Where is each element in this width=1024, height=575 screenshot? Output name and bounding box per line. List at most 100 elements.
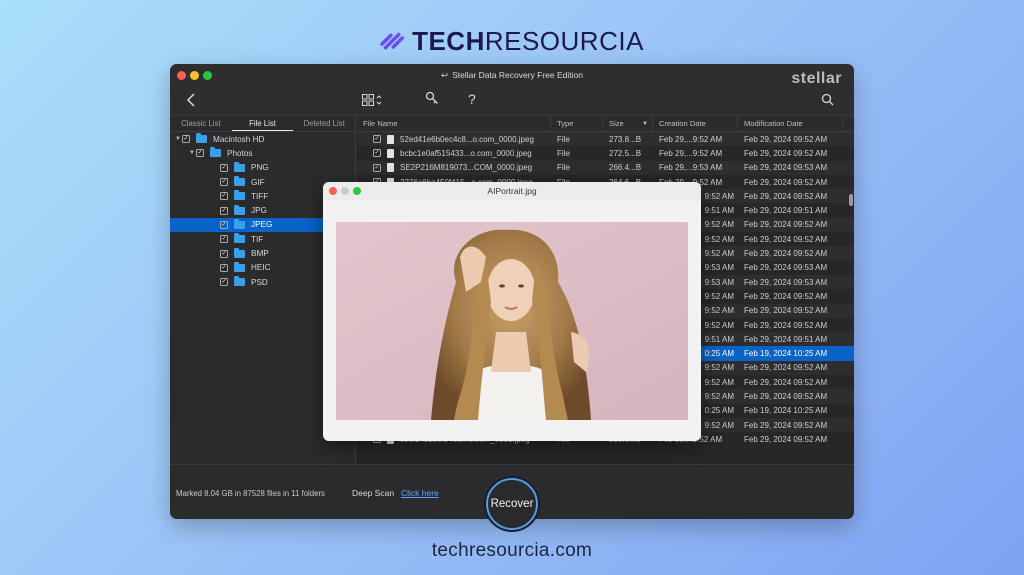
file-name-cell: ✓ 52ed41e6b0ec4c8...o.com_0000.jpeg [357,134,551,144]
techresourcia-brand: TECHRESOURCIA [0,26,1024,57]
preview-file-name: AIPortrait.jpg [487,186,537,196]
modification-date-cell: Feb 29, 2024 09:52 AM [744,291,828,301]
selection-status: Marked 8.04 GB in 87528 files in 11 fold… [176,489,325,498]
tab-file-list[interactable]: File List [231,116,294,131]
column-file-name[interactable]: File Name [357,116,551,131]
modification-date-cell: Feb 29, 2024 09:52 AM [744,306,828,316]
row-checkbox[interactable]: ✓ [373,149,381,158]
view-mode-button[interactable] [362,94,382,106]
brand-name: TECHRESOURCIA [412,26,644,56]
modification-date-cell: Feb 29, 2024 09:53 AM [744,163,828,173]
column-creation-date[interactable]: Creation Date [653,116,738,131]
techresourcia-logo-icon [380,32,405,50]
modification-date-cell: Feb 29, 2024 09:52 AM [744,249,828,259]
tree-item-label: Photos [227,148,253,158]
tree-checkbox[interactable]: ✓ [220,235,228,244]
tree-item-label: PSD [251,277,268,287]
disclosure-triangle-icon[interactable]: ▼ [188,150,196,156]
folder-icon [210,147,221,158]
modification-date-cell: Feb 29, 2024 09:52 AM [744,220,828,230]
row-checkbox[interactable]: ✓ [373,135,381,144]
search-button[interactable] [821,93,834,111]
tree-checkbox[interactable]: ✓ [220,278,228,287]
deep-scan-link[interactable]: Click here [401,488,439,498]
tree-item-label: Macintosh HD [213,134,265,144]
tree-checkbox[interactable]: ✓ [196,149,204,158]
table-row[interactable]: ✓ 52ed41e6b0ec4c8...o.com_0000.jpeg File 27… [357,132,854,147]
tree-item-label: JPG [251,206,267,216]
table-row[interactable]: ✓ bcbc1e0af515433...o.com_0000.jpeg File 27… [357,146,854,160]
modification-date-cell: Feb 29, 2024 09:52 AM [744,320,828,330]
file-size-cell: 272.5...B [609,148,642,158]
modification-date-cell: Feb 29, 2024 09:53 AM [744,263,828,273]
portrait-photo [336,222,688,420]
tree-checkbox[interactable]: ✓ [220,249,228,258]
tree-checkbox[interactable]: ✓ [220,220,228,229]
tree-checkbox[interactable]: ✓ [220,263,228,272]
footer-url: techresourcia.com [431,540,593,561]
tree-item-label: GIF [251,177,265,187]
chevron-left-icon [186,93,195,107]
tree-item[interactable]: ▼ ✓ Photos [170,146,355,160]
vertical-scrollbar[interactable] [849,194,853,206]
stellar-logo: stellar [791,70,842,87]
creation-date-cell: Feb 29,...9:52 AM [659,148,723,158]
folder-icon [234,218,245,229]
file-name: 52ed41e6b0ec4c8...o.com_0000.jpeg [400,134,534,144]
tree-checkbox[interactable]: ✓ [182,135,190,144]
modification-date-cell: Feb 29, 2024 09:53 AM [744,277,828,287]
row-checkbox[interactable]: ✓ [373,163,381,172]
tools-button[interactable] [425,91,439,112]
window-title: ↩ Stellar Data Recovery Free Edition [441,70,583,80]
modification-date-cell: Feb 29, 2024 09:51 AM [744,206,828,216]
folder-icon [234,247,245,258]
tree-checkbox[interactable]: ✓ [220,206,228,215]
tree-checkbox[interactable]: ✓ [220,178,228,187]
file-type-cell: File [557,163,570,173]
folder-icon [234,204,245,215]
file-type-cell: File [557,134,570,144]
tab-deleted-list[interactable]: Deleted List [293,116,355,131]
file-size-cell: 273.8...B [609,134,642,144]
deep-scan-label: Deep Scan [352,488,395,498]
view-tabs: Classic List File List Deleted List [170,116,355,132]
tree-item-label: TIFF [251,191,269,201]
disclosure-triangle-icon[interactable]: ▼ [174,136,182,142]
document-icon [387,163,394,173]
folder-icon [234,176,245,187]
modification-date-cell: Feb 29, 2024 09:52 AM [744,434,828,444]
sort-descending-icon: ▼ [642,121,648,127]
tree-item-label: BMP [251,249,269,259]
toolbar: ? [170,88,854,116]
file-type-cell: File [557,148,570,158]
grid-view-icon [362,94,374,106]
help-button[interactable]: ? [468,91,476,107]
file-size-cell: 266.4...B [609,163,642,173]
folder-icon [234,190,245,201]
modification-date-cell: Feb 29, 2024 09:52 AM [744,377,828,387]
chevron-updown-icon [376,95,382,105]
folder-icon [234,233,245,244]
modification-date-cell: Feb 29, 2024 09:51 AM [744,334,828,344]
tab-classic-list[interactable]: Classic List [170,116,232,131]
tree-item[interactable]: ▼ ✓ Macintosh HD [170,132,355,146]
recover-button[interactable]: Recover [486,478,538,530]
column-size[interactable]: Size ▼ [603,116,653,131]
creation-date-cell: Feb 29,...9:52 AM [659,134,723,144]
portrait-photo-graphic [336,222,688,420]
tree-item-label: TIF [251,234,264,244]
preview-title-bar: AIPortrait.jpg [323,182,701,200]
column-type[interactable]: Type [551,116,603,131]
modification-date-cell: Feb 29, 2024 09:52 AM [744,420,828,430]
column-modification-date[interactable]: Modification Date [738,116,843,131]
file-name: SE2P216M819073...COM_0000.jpeg [400,163,533,173]
tree-checkbox[interactable]: ✓ [220,163,228,172]
modification-date-cell: Feb 29, 2024 09:52 AM [744,177,828,187]
help-icon: ? [468,91,476,107]
modification-date-cell: Feb 29, 2024 09:52 AM [744,148,828,158]
tree-item[interactable]: ✓ PNG [170,161,355,175]
table-row[interactable]: ✓ SE2P216M819073...COM_0000.jpeg File 266.4… [357,160,854,175]
tree-checkbox[interactable]: ✓ [220,192,228,201]
folder-icon [234,276,245,287]
back-button[interactable] [186,92,196,113]
